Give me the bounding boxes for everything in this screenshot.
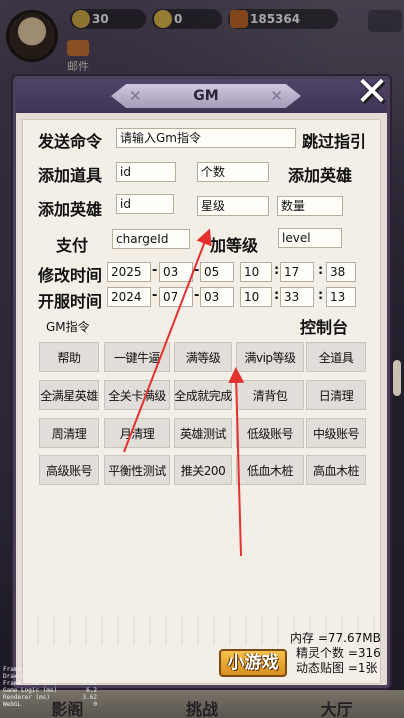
panel-title: GM: [193, 88, 219, 104]
gm-command-button[interactable]: 全道具: [306, 342, 366, 372]
title-tab: ✕ GM ✕: [111, 84, 301, 108]
modify-year-input[interactable]: 2025: [107, 262, 151, 282]
date-separator: -: [194, 288, 200, 303]
gm-command-button[interactable]: 满等级: [174, 342, 232, 372]
debug-stats: Frame Rate (FPS) Draw Call Frame time (m…: [3, 666, 97, 708]
command-input[interactable]: 请输入Gm指令: [116, 128, 296, 148]
server-year-input[interactable]: 2024: [107, 287, 151, 307]
charge-id-input[interactable]: chargeId: [112, 229, 190, 249]
gm-command-button[interactable]: 英雄测试: [174, 418, 232, 448]
debug-stat-row: WebGL 0: [3, 701, 97, 708]
date-separator: -: [152, 288, 158, 303]
gm-command-button[interactable]: 月清理: [104, 418, 170, 448]
gm-command-button[interactable]: 清背包: [236, 380, 304, 410]
time-separator: :: [274, 263, 280, 278]
server-minute-input[interactable]: 33: [280, 287, 314, 307]
hero-id-input[interactable]: id: [116, 194, 174, 214]
gm-command-button[interactable]: 平衡性测试: [104, 455, 170, 485]
gm-command-button[interactable]: 周清理: [39, 418, 99, 448]
server-time-label: 开服时间: [38, 292, 103, 311]
hero-quantity-input[interactable]: 数量: [277, 196, 343, 216]
modify-hour-input[interactable]: 10: [240, 262, 272, 282]
date-separator: -: [152, 263, 158, 278]
panel-header: ✕ GM ✕: [16, 79, 387, 113]
gm-command-button[interactable]: 低血木桩: [236, 455, 304, 485]
gm-command-button[interactable]: 帮助: [39, 342, 99, 372]
skip-guide-button[interactable]: 跳过指引: [302, 128, 366, 152]
gm-command-button[interactable]: 中级账号: [306, 418, 366, 448]
add-hero-button[interactable]: 添加英雄: [288, 162, 352, 186]
add-hero-label: 添加英雄: [38, 200, 103, 219]
item-id-input[interactable]: id: [116, 162, 176, 182]
pay-label: 支付: [56, 236, 89, 255]
modify-day-input[interactable]: 05: [200, 262, 234, 282]
server-hour-input[interactable]: 10: [240, 287, 272, 307]
item-count-input[interactable]: 个数: [197, 162, 269, 182]
debug-stat-row: Frame time (ms) 8.82: [3, 680, 97, 687]
modify-second-input[interactable]: 38: [326, 262, 356, 282]
mini-game-button[interactable]: 小游戏: [219, 649, 287, 677]
gm-command-button[interactable]: 高级账号: [39, 455, 99, 485]
close-icon[interactable]: ✕: [354, 72, 390, 112]
gm-command-button[interactable]: 全关卡满级: [104, 380, 170, 410]
gm-command-button[interactable]: 一键牛逼: [104, 342, 170, 372]
title-deco-icon: ✕: [129, 87, 142, 105]
gm-command-button[interactable]: 高血木桩: [306, 455, 366, 485]
time-separator: :: [318, 263, 324, 278]
debug-stat-row: Renderer (ms) 3.62: [3, 694, 97, 701]
gm-command-button[interactable]: 全满星英雄: [39, 380, 99, 410]
server-month-input[interactable]: 07: [159, 287, 193, 307]
title-deco-icon: ✕: [270, 87, 283, 105]
scroll-handle[interactable]: [393, 360, 401, 396]
gm-command-button[interactable]: 日清理: [306, 380, 366, 410]
send-command-label: 发送命令: [38, 132, 103, 151]
gm-command-button[interactable]: 低级账号: [236, 418, 304, 448]
level-input[interactable]: level: [278, 228, 342, 248]
dynamic-atlas-stat: 动态贴图 =1张: [296, 661, 378, 675]
server-second-input[interactable]: 13: [326, 287, 356, 307]
modify-month-input[interactable]: 03: [159, 262, 193, 282]
time-separator: :: [274, 288, 280, 303]
debug-stat-row: Draw Call: [3, 673, 36, 680]
add-level-button[interactable]: 加等级: [210, 232, 258, 256]
gm-command-button[interactable]: 全成就完成: [174, 380, 232, 410]
modify-minute-input[interactable]: 17: [280, 262, 314, 282]
modify-time-label: 修改时间: [38, 266, 103, 285]
server-day-input[interactable]: 03: [200, 287, 234, 307]
hero-star-input[interactable]: 星级: [197, 196, 269, 216]
gm-commands-label: GM指令: [46, 320, 90, 334]
gm-command-button[interactable]: 满vip等级: [236, 342, 304, 372]
gm-command-button[interactable]: 推关200: [174, 455, 232, 485]
add-item-label: 添加道具: [38, 166, 103, 185]
debug-stat-row: Frame Rate (FPS): [3, 666, 61, 673]
console-button[interactable]: 控制台: [300, 314, 348, 338]
date-separator: -: [194, 263, 200, 278]
time-separator: :: [318, 288, 324, 303]
debug-stat-row: Game Logic (ms) 6.2: [3, 687, 97, 694]
